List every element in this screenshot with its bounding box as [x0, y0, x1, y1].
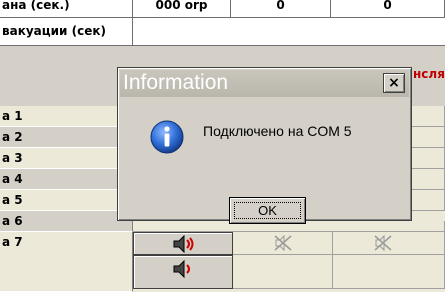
info-icon	[150, 120, 184, 154]
table-header: ана (сек.) 000 orp 0 0 вакуации (сек)	[0, 0, 445, 46]
speaker-icon	[173, 260, 190, 278]
table-row-label: а 3	[0, 148, 133, 169]
table-row-label: а 5	[0, 190, 133, 211]
header-cell-label: ана (сек.)	[0, 0, 133, 18]
table-row-label: а 4	[0, 169, 133, 190]
close-button[interactable]: ×	[383, 73, 405, 93]
dialog-titlebar[interactable]: Information ×	[120, 70, 409, 97]
header-cell-value: 0	[331, 0, 445, 18]
muted-cell[interactable]	[333, 232, 445, 255]
ok-button[interactable]: OK	[229, 197, 306, 224]
table-row-label: а 6	[0, 211, 133, 232]
grid-cell	[412, 190, 445, 211]
speaker-button[interactable]	[133, 255, 233, 289]
column-header-partial: нсля	[413, 67, 445, 81]
information-dialog: Information × Подключено на COM 5 OK	[117, 67, 412, 224]
dialog-title: Information	[123, 71, 229, 94]
header-cell-label: вакуации (сек)	[0, 18, 133, 46]
muted-cell[interactable]	[233, 232, 333, 255]
speaker-icon	[173, 235, 194, 253]
grid-cell	[412, 169, 445, 190]
header-cell-value: 000 orp	[133, 0, 231, 18]
speaker-muted-icon	[374, 234, 392, 252]
grid-cell	[412, 127, 445, 148]
muted-cell[interactable]	[233, 255, 333, 289]
focus-rect	[234, 202, 301, 219]
table-row-label: а 1	[0, 106, 133, 127]
table-row-label: а 2	[0, 127, 133, 148]
speaker-muted-icon	[274, 234, 292, 252]
speaker-button[interactable]	[133, 232, 233, 255]
muted-cell[interactable]	[333, 255, 445, 289]
header-cell-empty	[133, 18, 445, 46]
table-row-label: а 7	[0, 232, 133, 292]
close-icon: ×	[388, 75, 400, 91]
header-cell-value: 0	[231, 0, 331, 18]
grid-cell	[412, 148, 445, 169]
dialog-message: Подключено на COM 5	[203, 123, 352, 139]
grid-cell	[412, 106, 445, 127]
